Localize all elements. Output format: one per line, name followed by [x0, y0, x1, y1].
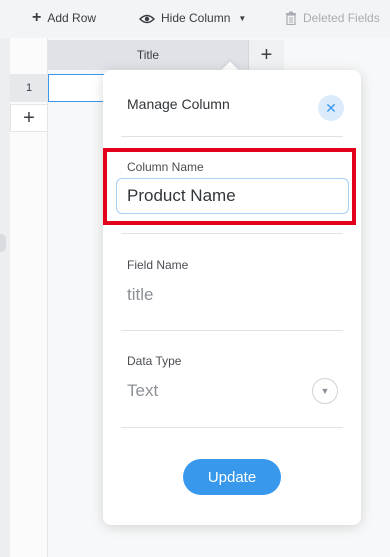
close-icon: ✕ [325, 99, 337, 116]
divider [121, 136, 343, 137]
left-edge [0, 38, 10, 557]
chevron-down-icon: ▼ [320, 386, 330, 396]
close-button[interactable]: ✕ [318, 95, 344, 121]
data-type-value: Text [127, 381, 159, 400]
add-column-button[interactable]: + [248, 40, 284, 70]
field-name-label: Field Name [127, 258, 189, 272]
data-type-dropdown[interactable]: ▼ [312, 378, 338, 404]
plus-icon: + [32, 9, 42, 26]
divider [121, 330, 343, 331]
popover-title: Manage Column [127, 96, 230, 112]
divider [121, 233, 343, 234]
add-row-inline-button[interactable]: + [10, 104, 48, 132]
divider [121, 427, 343, 428]
chevron-down-icon: ▼ [238, 13, 247, 23]
panel-handle[interactable] [0, 234, 6, 252]
column-header-title[interactable]: Title [48, 40, 248, 70]
eye-icon [138, 13, 156, 24]
column-header-label: Title [136, 48, 160, 62]
plus-icon: + [23, 106, 35, 129]
hide-column-button[interactable]: Hide Column ▼ [138, 11, 247, 25]
add-row-button[interactable]: + Add Row [32, 9, 97, 26]
data-type-label: Data Type [127, 354, 182, 368]
row-number-label: 1 [25, 82, 33, 94]
update-button[interactable]: Update [183, 459, 281, 495]
deleted-fields-button[interactable]: Deleted Fields [285, 11, 380, 26]
manage-column-popover: Manage Column ✕ Column Name Field Name t… [103, 70, 361, 525]
add-row-label: Add Row [47, 11, 97, 25]
row-number: 1 [10, 74, 48, 102]
field-name-value: title [127, 285, 154, 304]
plus-icon: + [260, 43, 273, 66]
trash-icon [285, 11, 297, 26]
deleted-fields-label: Deleted Fields [303, 11, 380, 25]
hide-column-label: Hide Column [161, 11, 231, 25]
highlight-annotation [103, 148, 356, 225]
toolbar: + Add Row Hide Column ▼ Deleted Fields [0, 0, 390, 38]
